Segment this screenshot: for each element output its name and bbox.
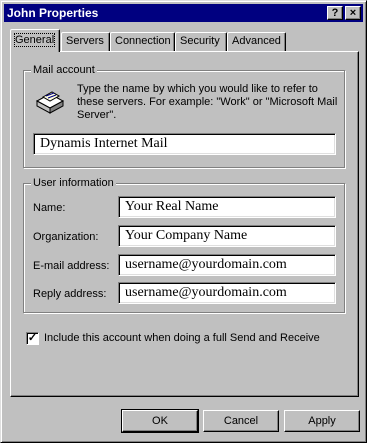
tab-general[interactable]: General <box>10 29 60 52</box>
user-information-group-label: User information <box>31 176 116 190</box>
tab-advanced[interactable]: Advanced <box>227 32 286 51</box>
organization-label: Organization: <box>33 231 99 243</box>
help-button[interactable]: ? <box>327 6 343 20</box>
mail-account-group: Mail account Type the name by which you … <box>23 63 345 168</box>
mail-account-group-label: Mail account <box>31 63 97 77</box>
tab-servers[interactable]: Servers <box>61 32 110 51</box>
mail-account-description: Type the name by which you would like to… <box>77 83 338 121</box>
reply-address-field[interactable]: username@yourdomain.com <box>118 282 336 304</box>
tab-security[interactable]: Security <box>175 32 227 51</box>
general-tab-panel: Mail account Type the name by which you … <box>10 51 359 397</box>
email-address-label: E-mail address: <box>33 260 110 272</box>
apply-button[interactable]: Apply <box>284 410 360 432</box>
name-label: Name: <box>33 202 66 214</box>
account-name-field[interactable]: Dynamis Internet Mail <box>33 133 336 155</box>
ok-button[interactable]: OK <box>121 409 199 433</box>
name-field[interactable]: Your Real Name <box>118 196 336 218</box>
cancel-button[interactable]: Cancel <box>203 410 279 432</box>
include-in-send-receive-checkbox[interactable]: ✓ <box>26 332 39 345</box>
reply-address-label: Reply address: <box>33 288 107 300</box>
email-address-field[interactable]: username@yourdomain.com <box>118 254 336 276</box>
user-information-group: User information Name: Your Real Name Or… <box>23 176 345 313</box>
title-bar: John Properties ? × <box>4 4 363 22</box>
organization-field[interactable]: Your Company Name <box>118 225 336 247</box>
include-in-send-receive-label[interactable]: Include this account when doing a full S… <box>44 332 320 344</box>
properties-dialog: John Properties ? × General Servers Conn… <box>0 0 367 443</box>
close-button[interactable]: × <box>345 6 361 20</box>
mail-envelope-icon <box>33 85 67 118</box>
window-title: John Properties <box>7 6 99 20</box>
tab-connection[interactable]: Connection <box>110 32 175 51</box>
